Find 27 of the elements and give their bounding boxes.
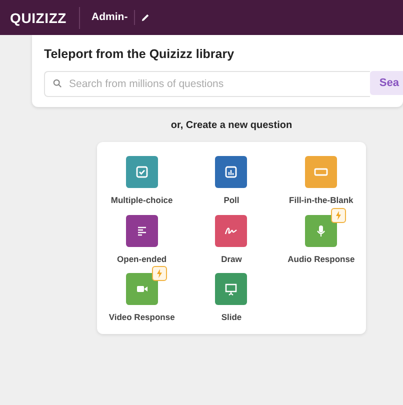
question-type-label[interactable]: Draw xyxy=(221,252,242,266)
checkbox-icon xyxy=(134,164,150,180)
question-type-label[interactable]: Slide xyxy=(221,311,242,324)
question-type-label[interactable]: Audio Response xyxy=(288,252,355,266)
presentation-icon xyxy=(223,281,240,298)
question-type-label[interactable]: Fill-in-the-Blank xyxy=(289,194,354,206)
search-button[interactable]: Sea xyxy=(370,70,403,95)
create-label: or, Create a new question xyxy=(170,118,294,133)
search-icon xyxy=(53,78,62,88)
edit-icon[interactable] xyxy=(140,13,150,22)
question-type-tile[interactable] xyxy=(215,273,248,306)
question-type-label[interactable]: Open-ended xyxy=(117,252,167,266)
question-type-tile[interactable] xyxy=(215,214,248,246)
question-type-label[interactable]: Video Response xyxy=(108,311,175,324)
library-heading: Teleport from the Quizizz library xyxy=(44,46,236,63)
question-type-tile[interactable] xyxy=(126,273,158,306)
question-type-tile[interactable] xyxy=(126,214,158,246)
logo[interactable]: QUIZIZZ xyxy=(10,6,80,28)
question-type-tile[interactable] xyxy=(305,214,338,246)
question-type-tile[interactable] xyxy=(215,156,248,188)
question-type-label[interactable]: Poll xyxy=(224,194,240,206)
search-field[interactable]: Search from millions of questions xyxy=(44,70,370,97)
bar-chart-icon xyxy=(223,164,240,180)
quiz-title: Admin- xyxy=(92,10,135,26)
question-type-label[interactable]: Multiple-choice xyxy=(110,194,173,206)
question-type-tile[interactable] xyxy=(305,156,338,188)
question-type-tile[interactable] xyxy=(126,156,158,188)
